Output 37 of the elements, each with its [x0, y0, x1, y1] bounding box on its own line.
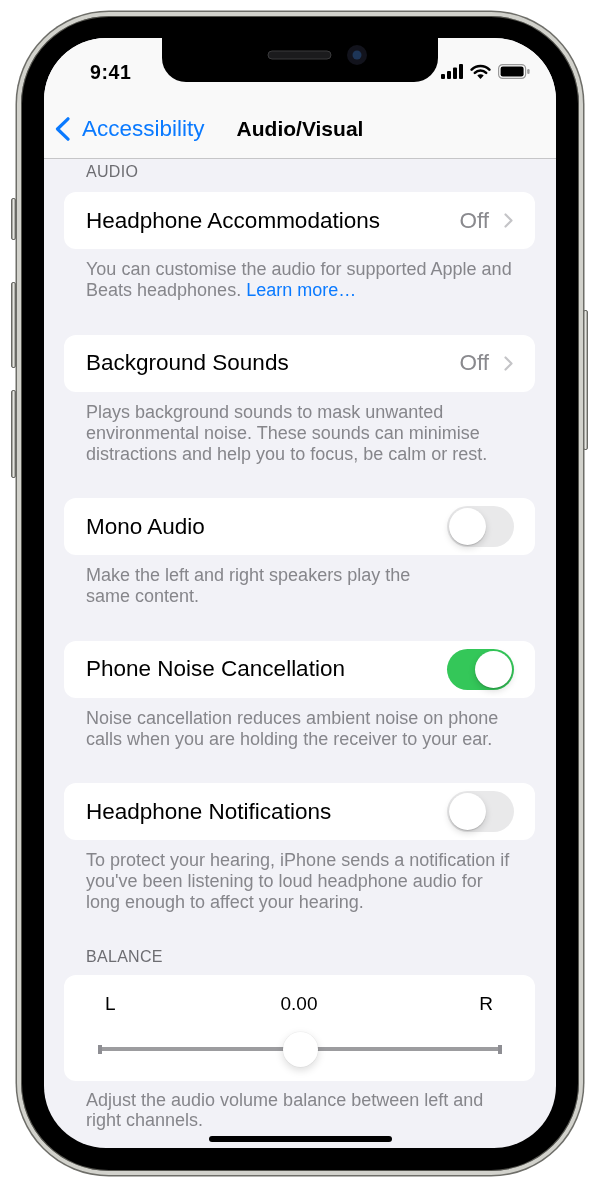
toggle-switch[interactable]	[447, 506, 514, 547]
side-button[interactable]	[11, 198, 16, 240]
slider-value: 0.00	[280, 993, 318, 1014]
toggle-switch[interactable]	[447, 791, 514, 832]
footer-text: Plays background sounds to mask unwanted environmental noise. These sounds can minimise distractions and help you to focus, be calm or rest.	[86, 401, 488, 465]
footer-text: Make the left and right speakers play the same content.	[86, 565, 411, 607]
footer-text: To protect your hearing, iPhone sends a notification if you've been listening to loud headphone audio for long enough to affect your hearing.	[86, 850, 510, 913]
chevron-right-icon	[504, 213, 513, 228]
section-header: AUDIO	[86, 162, 139, 182]
signal-icon	[441, 64, 463, 79]
section-header: BALANCE	[86, 946, 163, 967]
footer-text: Noise cancellation reduces ambient noise on phone calls when you are holding the receiver to your ear.	[86, 707, 499, 750]
footer-text: You can customise the audio for supported Apple and Beats headphones. Learn more…	[86, 259, 512, 301]
left-label: L	[105, 993, 116, 1014]
status-time: 9:41	[90, 61, 132, 82]
nav-title: Audio/Visual	[236, 116, 364, 142]
slider-track[interactable]	[98, 1031, 502, 1067]
back-button[interactable]: Accessibility	[55, 116, 205, 142]
chevron-left-icon	[55, 117, 70, 141]
footer-text: Adjust the audio volume balance between left and right channels.	[86, 1089, 484, 1130]
chevron-right-icon	[504, 355, 513, 371]
row-label: Headphone Notifications	[86, 798, 333, 825]
slider-thumb[interactable]	[282, 1031, 318, 1067]
right-label: R	[479, 993, 493, 1014]
toggle-switch[interactable]	[447, 648, 514, 690]
learn-more-link[interactable]: Learn more…	[246, 280, 357, 300]
settings-row[interactable]: Background Sounds Off	[64, 334, 535, 392]
side-button[interactable]	[11, 390, 16, 478]
side-button[interactable]	[11, 282, 16, 368]
row-label: Mono Audio	[86, 513, 206, 540]
row-label: Phone Noise Cancellation	[86, 656, 346, 682]
row-value: Off	[459, 207, 489, 234]
wifi-icon	[470, 64, 491, 79]
battery-icon	[498, 64, 530, 79]
settings-row[interactable]: Headphone Accommodations Off	[64, 192, 535, 249]
row-value: Off	[459, 350, 489, 376]
side-button[interactable]	[583, 310, 588, 450]
